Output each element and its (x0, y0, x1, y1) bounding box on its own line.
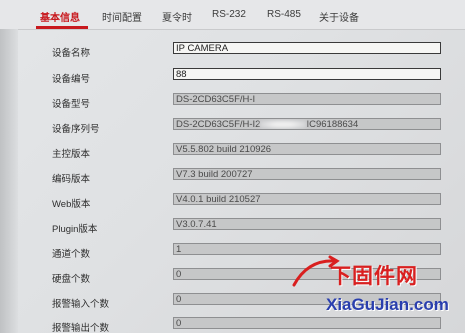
tab-bar: 基本信息 时间配置 夏令时 RS-232 RS-485 关于设备 (0, 0, 465, 30)
alarm-output-count-field: 0 (173, 317, 441, 329)
device-model-field: DS-2CD63C5F/H-I (173, 93, 441, 105)
main-version-label: 主控版本 (52, 149, 91, 160)
watermark-url: XiaGuJian.com (326, 295, 449, 314)
channel-count-field: 1 (173, 243, 441, 255)
device-number-input[interactable]: 88 (173, 68, 441, 80)
device-number-label: 设备编号 (52, 74, 91, 85)
tab-rs232[interactable]: RS-232 (212, 9, 246, 20)
web-version-field: V4.0.1 build 210527 (173, 193, 441, 205)
serial-number-label: 设备序列号 (52, 124, 100, 135)
encode-version-label: 编码版本 (52, 174, 91, 185)
encode-version-field: V7.3 build 200727 (173, 168, 441, 180)
channel-count-label: 通道个数 (52, 249, 91, 260)
active-tab-indicator (36, 26, 88, 29)
serial-redaction (260, 119, 307, 129)
serial-prefix: DS-2CD63C5F/H-I2 (176, 119, 261, 130)
device-name-input[interactable]: IP CAMERA (173, 42, 441, 54)
side-panel-edge (0, 29, 18, 333)
device-model-label: 设备型号 (52, 99, 91, 110)
plugin-version-label: Plugin版本 (52, 224, 98, 235)
alarm-output-count-label: 报警输出个数 (52, 323, 110, 333)
web-version-label: Web版本 (52, 199, 91, 210)
main-version-field: V5.5.802 build 210926 (173, 143, 441, 155)
watermark-title: 下固件网 (330, 264, 418, 288)
tab-basic-info[interactable]: 基本信息 (40, 9, 80, 24)
device-name-label: 设备名称 (52, 48, 91, 59)
plugin-version-field: V3.0.7.41 (173, 218, 441, 230)
tab-rs485[interactable]: RS-485 (267, 9, 301, 20)
device-info-screen: 基本信息 时间配置 夏令时 RS-232 RS-485 关于设备 设备名称 IP… (0, 0, 465, 333)
tab-about-device[interactable]: 关于设备 (319, 9, 359, 24)
serial-suffix: IC96188634 (306, 119, 359, 130)
alarm-input-count-label: 报警输入个数 (52, 299, 110, 310)
tab-dst[interactable]: 夏令时 (162, 9, 192, 24)
serial-number-field: DS-2CD63C5F/H-I2 IC96188634 (173, 118, 441, 130)
disk-count-label: 硬盘个数 (52, 274, 91, 285)
tab-time-settings[interactable]: 时间配置 (102, 9, 142, 24)
